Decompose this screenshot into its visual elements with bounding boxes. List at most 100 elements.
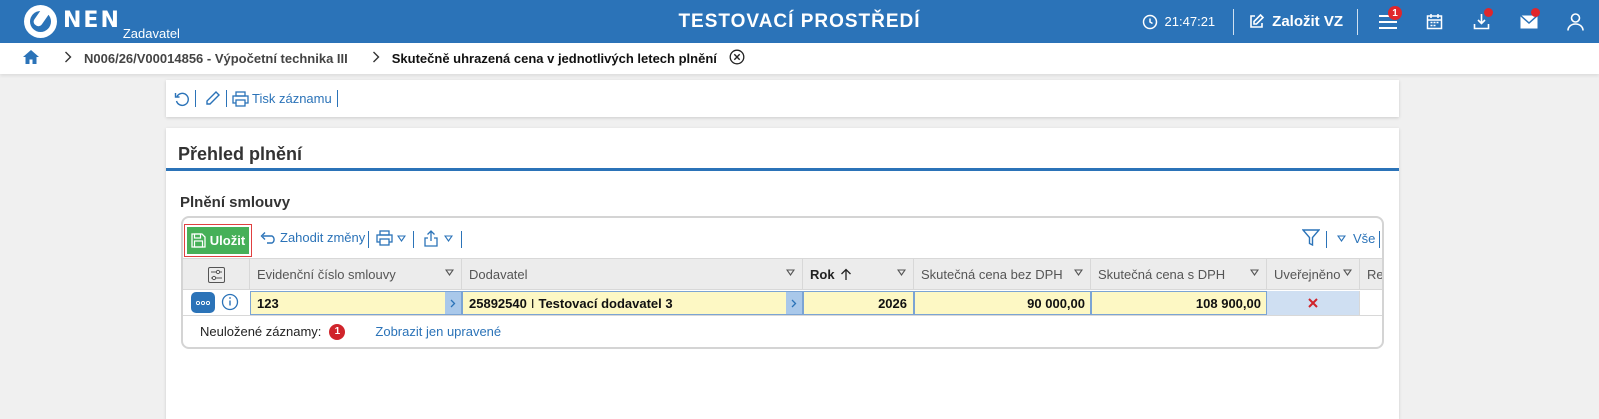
red-x-icon [1308, 298, 1318, 308]
messages-button[interactable] [1505, 0, 1552, 43]
pencil-icon[interactable] [204, 90, 221, 107]
column-header-price-without-vat[interactable]: Skutečná cena bez DPH [914, 259, 1091, 290]
create-vz-button[interactable]: Založit VZ [1248, 13, 1343, 30]
divider [226, 90, 227, 107]
column-filter-icon[interactable] [897, 269, 906, 276]
close-tab-icon[interactable] [729, 49, 745, 68]
save-label: Uložit [209, 233, 246, 248]
dropdown-triangle-icon [397, 234, 406, 242]
divider [461, 231, 462, 248]
nen-logo[interactable]: NEN Zadavatel [24, 5, 180, 41]
menu-badge: 1 [1388, 6, 1402, 20]
column-header-truncated[interactable]: Re [1360, 259, 1382, 290]
price-without-vat-input[interactable]: 90 000,00 [914, 291, 1091, 315]
column-filter-icon[interactable] [786, 269, 795, 276]
print-menu-button[interactable] [376, 230, 406, 246]
year-value: 2026 [878, 295, 907, 311]
column-header-published[interactable]: Uveřejněno [1267, 259, 1360, 290]
logo-subtitle: Zadavatel [122, 26, 180, 41]
downloads-button[interactable] [1458, 0, 1505, 43]
printer-icon [376, 230, 393, 246]
grid-header: Evidenční číslo smlouvy Dodavatel Rok Sk… [183, 258, 1382, 290]
price-with-vat-input[interactable]: 108 900,00 [1091, 291, 1267, 315]
overview-panel: Přehled plnění Plnění smlouvy Uložit Zah… [166, 128, 1399, 419]
grid-title: Plnění smlouvy [180, 194, 291, 211]
chevron-right-icon [372, 51, 380, 66]
printer-icon [232, 90, 249, 107]
column-header-label: Evidenční číslo smlouvy [257, 267, 396, 282]
show-edited-only-link[interactable]: Zobrazit jen upravené [375, 324, 501, 339]
messages-notification-dot [1531, 8, 1540, 17]
grid-footer: Neuložené záznamy: 1 Zobrazit jen uprave… [183, 316, 1382, 347]
logo-text: NEN [63, 8, 121, 33]
divider [336, 90, 338, 107]
edit-icon [1250, 13, 1265, 28]
print-record-label: Tisk záznamu [252, 91, 332, 106]
discard-changes-label: Zahodit změny [280, 230, 366, 245]
dropdown-triangle-icon [444, 235, 453, 242]
menu-button[interactable]: 1 [1364, 0, 1411, 43]
view-selector[interactable]: Vše [1337, 231, 1375, 246]
view-selector-label: Vše [1353, 231, 1376, 246]
fulfillment-grid: Uložit Zahodit změny Vše Evidenční číslo… [181, 216, 1384, 349]
contract-number-value: 123 [257, 295, 279, 311]
section-underline [166, 168, 1399, 171]
year-input[interactable]: 2026 [803, 291, 914, 315]
sort-ascending-icon [840, 268, 851, 280]
price-with-vat-value: 108 900,00 [1195, 295, 1261, 311]
price-without-vat-value: 90 000,00 [1027, 295, 1085, 311]
chevron-right-icon[interactable] [786, 292, 802, 314]
clock-time: 21:47:21 [1164, 14, 1216, 29]
divider [368, 231, 369, 248]
unsaved-count-badge: 1 [329, 323, 346, 340]
downloads-notification-dot [1484, 8, 1493, 17]
chevron-right-icon [64, 51, 72, 66]
home-icon[interactable] [22, 49, 40, 68]
supplier-id: 25892540 [469, 295, 527, 311]
table-row[interactable]: 123 25892540 I Testovací dodavatel 3 202… [183, 290, 1382, 316]
breadcrumb-parent-link[interactable]: N006/26/V00014856 - Výpočetní technika I… [84, 51, 348, 66]
more-dots-icon [196, 300, 210, 305]
save-button-outline: Uložit [184, 224, 252, 257]
info-icon[interactable] [221, 293, 239, 314]
refresh-icon[interactable] [174, 91, 190, 107]
chevron-right-icon[interactable] [445, 292, 461, 314]
column-header-label: Rok [810, 267, 835, 282]
user-button[interactable] [1552, 0, 1599, 43]
filter-icon[interactable] [1302, 229, 1320, 246]
column-settings-button[interactable] [183, 259, 250, 290]
column-filter-icon[interactable] [1074, 269, 1083, 276]
session-clock: 21:47:21 [1142, 14, 1216, 30]
breadcrumb-current: Skutečně uhrazená cena v jednotlivých le… [391, 51, 717, 66]
discard-changes-button[interactable]: Zahodit změny [259, 230, 365, 245]
column-header-label: Uveřejněno [1274, 267, 1341, 282]
column-header-supplier[interactable]: Dodavatel [462, 259, 803, 290]
save-button[interactable]: Uložit [187, 227, 249, 254]
column-filter-icon[interactable] [1250, 269, 1259, 276]
create-vz-label: Založit VZ [1272, 13, 1343, 30]
column-header-price-with-vat[interactable]: Skutečná cena s DPH [1091, 259, 1267, 290]
print-record-button[interactable]: Tisk záznamu [232, 90, 332, 107]
clock-icon [1142, 14, 1157, 29]
column-header-year[interactable]: Rok [803, 259, 914, 290]
top-bar: NEN Zadavatel TESTOVACÍ PROSTŘEDÍ 21:47:… [0, 0, 1599, 43]
column-filter-icon[interactable] [445, 269, 454, 276]
column-header-label: Re [1367, 267, 1382, 282]
contract-number-input[interactable]: 123 [250, 291, 462, 315]
published-cell[interactable] [1267, 291, 1360, 315]
breadcrumb: N006/26/V00014856 - Výpočetní technika I… [0, 43, 1599, 74]
dropdown-triangle-icon [1337, 235, 1346, 242]
column-header-contract-number[interactable]: Evidenční číslo smlouvy [250, 259, 462, 290]
column-filter-icon[interactable] [1343, 269, 1352, 276]
supplier-separator: I [530, 295, 535, 311]
user-icon [1567, 12, 1584, 31]
row-actions-button[interactable] [191, 292, 215, 313]
divider [1357, 8, 1358, 35]
supplier-input[interactable]: 25892540 I Testovací dodavatel 3 [462, 291, 803, 315]
divider [1379, 231, 1380, 248]
divider [1233, 8, 1235, 35]
column-header-label: Skutečná cena s DPH [1098, 267, 1226, 282]
export-menu-button[interactable] [423, 230, 453, 247]
calendar-button[interactable] [1411, 0, 1458, 43]
nen-logo-icon [24, 5, 57, 38]
